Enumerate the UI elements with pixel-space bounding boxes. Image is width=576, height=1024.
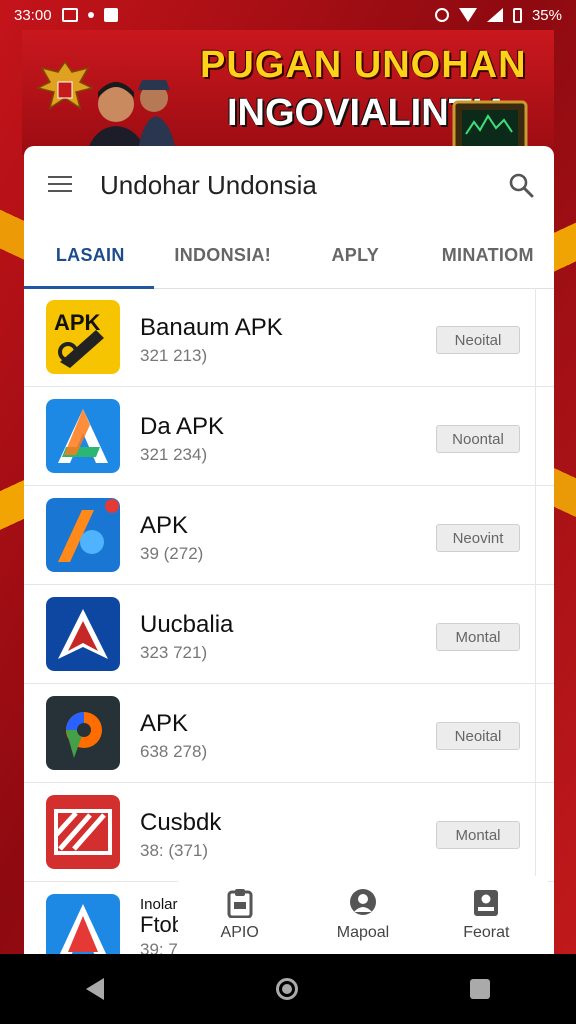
app-name: Banaum APK xyxy=(140,314,283,341)
install-button[interactable]: Neovint xyxy=(436,524,520,552)
signal-icon xyxy=(486,8,503,22)
banner-headline: PUGAN UNOHAN xyxy=(200,44,527,86)
app-meta: 323 721) xyxy=(140,643,208,662)
list-item[interactable]: APK Banaum APK 321 213) Neoital xyxy=(24,288,554,387)
nav-item-apio[interactable]: APIO xyxy=(178,876,301,954)
people-photo xyxy=(86,80,177,155)
app-overline: Inolar xyxy=(140,896,178,913)
app-notification-icon xyxy=(103,8,118,22)
list-item[interactable]: Cusbdk 38: (371) Montal xyxy=(24,783,554,882)
app-name: APK xyxy=(140,710,189,737)
gallery-icon xyxy=(61,8,78,22)
a-darkblue-icon xyxy=(46,597,120,671)
app-meta: 38: (371) xyxy=(140,841,209,860)
a-orange-icon xyxy=(46,498,120,572)
tab-aply[interactable]: APLY xyxy=(289,222,422,288)
alarm-icon xyxy=(434,8,449,22)
app-bar: Undohar Undonsia xyxy=(24,146,554,222)
list-item[interactable]: APK 39 (272) Neovint xyxy=(24,486,554,585)
hamburger-menu-icon[interactable] xyxy=(48,176,72,194)
nav-label: Feorat xyxy=(463,924,510,941)
app-name: Da APK xyxy=(140,413,225,440)
install-button[interactable]: Montal xyxy=(436,623,520,651)
clipboard-icon xyxy=(227,889,253,918)
notification-dot-icon xyxy=(87,12,94,18)
status-bar: 33:00 35% xyxy=(0,0,576,30)
wifi-icon xyxy=(458,8,477,22)
app-meta: 321 234) xyxy=(140,445,208,464)
a-blue-icon xyxy=(46,399,120,473)
back-icon[interactable] xyxy=(86,978,104,1000)
app-name: Uucbalia xyxy=(140,611,234,638)
app-meta: 321 213) xyxy=(140,346,208,365)
install-button[interactable]: Neoital xyxy=(436,326,520,354)
category-tabs: LASAIN INDONSIA! APLY MINATIOM xyxy=(24,222,554,289)
install-button[interactable]: Neoital xyxy=(436,722,520,750)
nav-item-mapoal[interactable]: Mapoal xyxy=(301,876,424,954)
battery-icon xyxy=(512,7,522,23)
app-name: Cusbdk xyxy=(140,809,222,836)
promo-banner[interactable]: PUGAN UNOHAN INGOVIALINTIA xyxy=(22,30,554,155)
app-meta: 39 (272) xyxy=(140,544,204,563)
tab-lasain[interactable]: LASAIN xyxy=(24,222,157,288)
red-stripes-icon xyxy=(46,795,120,869)
status-time: 33:00 xyxy=(14,6,52,24)
nav-item-feorat[interactable]: Feorat xyxy=(425,876,548,954)
tab-minatiom[interactable]: MINATIOM xyxy=(422,222,555,288)
battery-percent: 35% xyxy=(531,6,562,24)
list-item[interactable]: Da APK 321 234) Noontal xyxy=(24,387,554,486)
nav-label: Mapoal xyxy=(336,924,390,941)
list-item[interactable]: Uucbalia 323 721) Montal xyxy=(24,585,554,684)
app-meta: 638 278) xyxy=(140,742,208,761)
apk-yellow-icon: APK xyxy=(46,300,120,374)
search-icon[interactable] xyxy=(508,172,534,198)
app-list-card: Undohar Undonsia LASAIN INDONSIA! APLY M… xyxy=(24,146,554,966)
app-list: APK Banaum APK 321 213) Neoital Da APK 3… xyxy=(24,288,554,966)
bottom-navigation: APIO Mapoal Feorat xyxy=(178,876,548,954)
home-icon[interactable] xyxy=(276,978,298,1000)
list-item[interactable]: APK 638 278) Neoital xyxy=(24,684,554,783)
person-icon xyxy=(349,889,376,915)
id-card-icon xyxy=(474,890,499,916)
svg-text:APK: APK xyxy=(54,310,101,335)
system-navigation-bar xyxy=(0,954,576,1024)
nav-label: APIO xyxy=(220,924,259,941)
install-button[interactable]: Montal xyxy=(436,821,520,849)
page-title: Undohar Undonsia xyxy=(100,170,317,200)
install-button[interactable]: Noontal xyxy=(436,425,520,453)
tab-indonsia[interactable]: INDONSIA! xyxy=(157,222,290,288)
recent-apps-icon[interactable] xyxy=(470,979,490,999)
p-dark-icon xyxy=(46,696,120,770)
app-name: APK xyxy=(140,512,189,539)
